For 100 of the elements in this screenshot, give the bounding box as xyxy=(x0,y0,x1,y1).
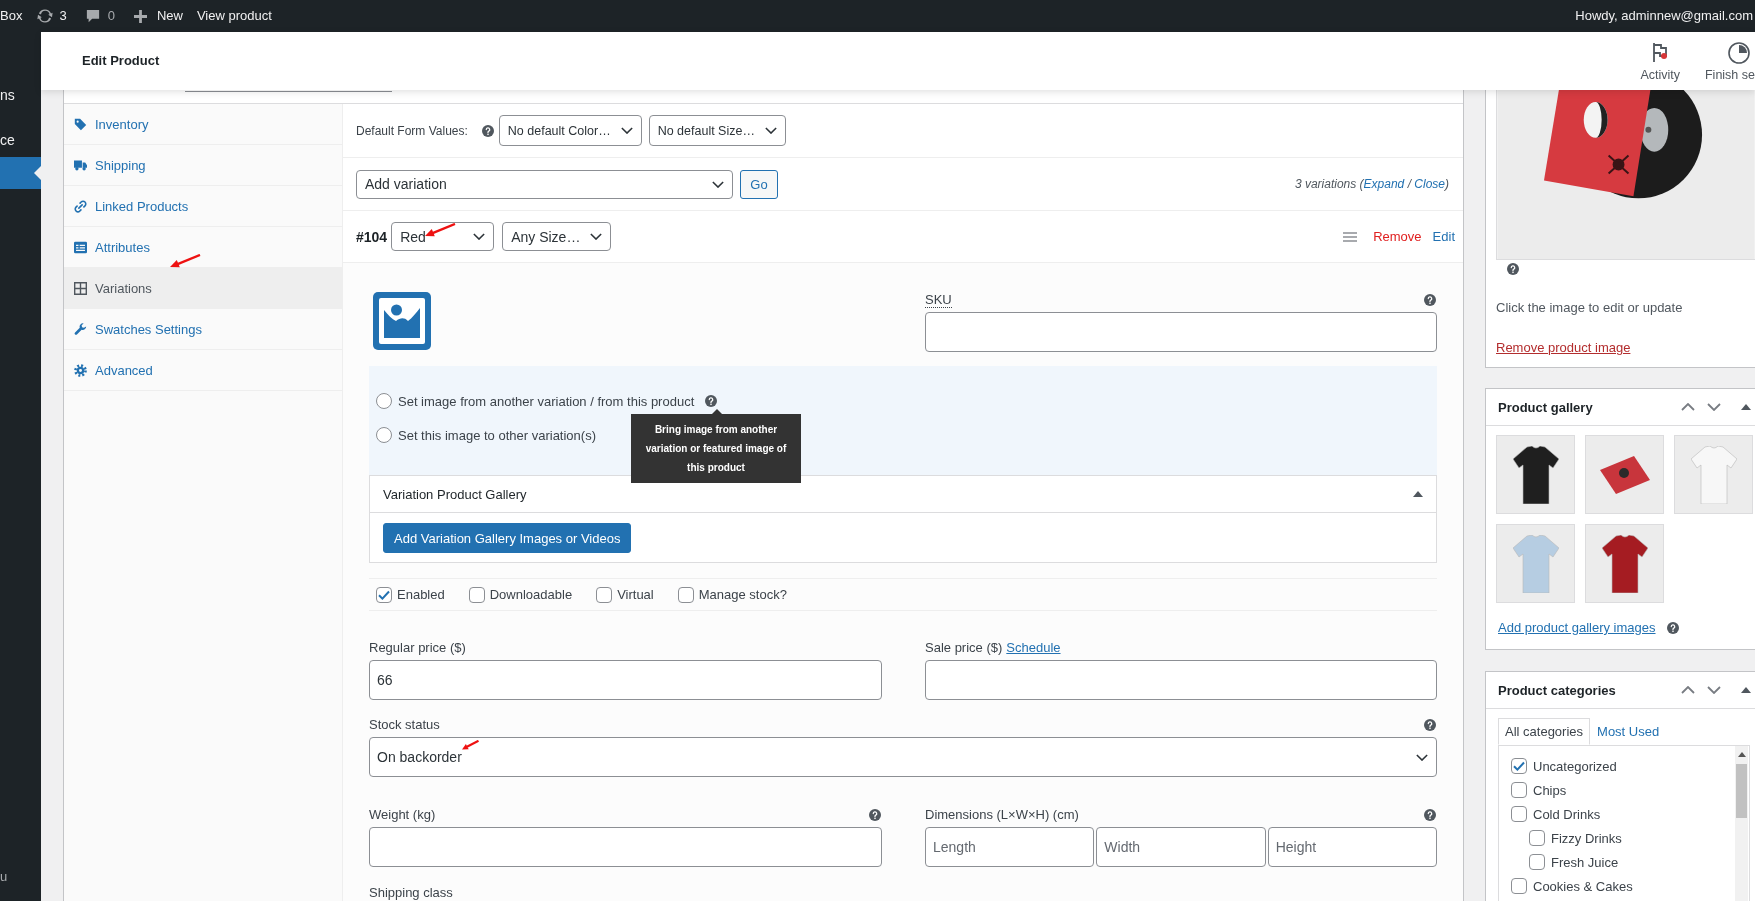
dropdown[interactable]: Add variation xyxy=(356,169,733,199)
menu-link[interactable]: u xyxy=(0,869,41,885)
radio-button[interactable] xyxy=(376,393,392,409)
field-label: Regular price ($) xyxy=(369,640,466,656)
chevron-up-icon[interactable] xyxy=(1681,686,1695,694)
help-icon[interactable] xyxy=(705,395,718,407)
plus-icon xyxy=(133,9,147,23)
dropdown[interactable]: Red xyxy=(391,222,495,251)
tab[interactable]: Advanced xyxy=(64,350,342,391)
caret-up-icon[interactable] xyxy=(1741,687,1751,693)
radio-button[interactable] xyxy=(376,427,392,443)
chevron-down-icon[interactable] xyxy=(1707,686,1721,694)
radio-label: Set this image to other variation(s) xyxy=(398,427,596,443)
scrollbar[interactable] xyxy=(1735,746,1748,901)
checkbox[interactable] xyxy=(468,586,485,603)
menu-item[interactable]: ns xyxy=(0,78,41,112)
checkbox-label: Manage stock? xyxy=(698,587,787,602)
site-name-link[interactable]: Box xyxy=(0,7,23,25)
text-input[interactable] xyxy=(925,312,1437,352)
dimension-input[interactable]: Length xyxy=(925,827,1095,867)
add-gallery-button[interactable]: Add Variation Gallery Images or Videos xyxy=(383,523,632,553)
caret-up-icon[interactable] xyxy=(1741,404,1751,410)
checkbox[interactable] xyxy=(1529,830,1545,846)
remove-image-link[interactable]: Remove product image xyxy=(1496,339,1631,357)
field-label: Stock status xyxy=(369,717,440,733)
checkbox[interactable] xyxy=(1511,782,1527,798)
tooltip: Bring image from another variation or featured image of this product xyxy=(631,409,801,483)
section-title: Variation Product Gallery xyxy=(383,486,527,502)
checkbox[interactable] xyxy=(1529,854,1545,870)
new-link[interactable]: New xyxy=(133,7,183,25)
remove-link[interactable]: Remove xyxy=(1373,229,1422,244)
text-input[interactable] xyxy=(925,660,1437,700)
toggle-link[interactable]: Expand xyxy=(1363,177,1405,191)
setup-button[interactable]: Finish se xyxy=(1704,42,1755,90)
dimension-input[interactable]: Width xyxy=(1096,827,1266,867)
refresh-icon xyxy=(37,8,54,24)
updates-link[interactable]: 3 xyxy=(37,7,67,25)
variation-count: 3 variations (Expand / Close) xyxy=(1294,177,1449,191)
checkbox[interactable] xyxy=(677,586,694,603)
dropdown[interactable]: Any Size… xyxy=(502,222,612,251)
dropdown[interactable]: On backorder xyxy=(369,737,1437,777)
text-input[interactable] xyxy=(369,827,882,867)
field-label: Dimensions (L×W×H) (cm) xyxy=(925,807,1079,823)
scrollbar-thumb[interactable] xyxy=(1736,764,1747,818)
comments-link[interactable]: 0 xyxy=(85,7,115,25)
menu-item[interactable] xyxy=(0,157,41,189)
caret-up-icon[interactable] xyxy=(1413,491,1423,497)
tab[interactable]: Most Used xyxy=(1590,718,1667,745)
tab[interactable]: All categories xyxy=(1498,718,1591,745)
help-icon[interactable] xyxy=(1424,719,1436,731)
checkbox[interactable] xyxy=(1511,806,1527,822)
field-label: Weight (kg) xyxy=(369,807,436,823)
image-placeholder-icon[interactable] xyxy=(373,292,431,350)
gallery-thumbnail[interactable] xyxy=(1496,524,1575,603)
tab[interactable]: Variations xyxy=(64,268,342,309)
checkbox[interactable] xyxy=(376,586,392,603)
account-link[interactable]: Howdy, adminnew@gmail.com xyxy=(1575,7,1753,25)
drag-handle-icon[interactable] xyxy=(1343,231,1358,242)
go-button[interactable]: Go xyxy=(740,169,778,199)
checkbox-label: Virtual xyxy=(617,587,654,602)
vinyl-record-drawing[interactable] xyxy=(1496,90,1755,260)
gallery-thumbnail[interactable] xyxy=(1674,435,1753,514)
checkbox-label: Enabled xyxy=(397,587,445,602)
scroll-up-icon[interactable] xyxy=(1737,752,1746,757)
menu-item[interactable]: ce xyxy=(0,123,41,157)
dimension-input[interactable]: Height xyxy=(1267,827,1437,867)
schedule-link[interactable]: Schedule xyxy=(1006,640,1061,655)
help-icon[interactable] xyxy=(481,124,494,137)
chevron-down-icon[interactable] xyxy=(1707,403,1721,411)
checkbox[interactable] xyxy=(1511,878,1527,894)
tab[interactable]: Inventory xyxy=(64,104,342,145)
grid-icon xyxy=(74,281,87,295)
checkbox[interactable] xyxy=(596,586,613,603)
help-icon[interactable] xyxy=(1424,809,1436,821)
checkbox[interactable] xyxy=(1511,758,1527,774)
gallery-thumbnail[interactable] xyxy=(1496,435,1575,514)
toggle-link[interactable]: Close xyxy=(1414,177,1445,191)
category-label: Fresh Juice xyxy=(1551,854,1619,870)
gallery-thumbnail[interactable] xyxy=(1585,524,1664,603)
dropdown[interactable]: No default Color… xyxy=(498,115,642,146)
activity-button[interactable]: Activity xyxy=(1640,43,1680,90)
category-label: Chips xyxy=(1533,782,1567,798)
help-icon[interactable] xyxy=(1666,622,1679,634)
edit-link[interactable]: Edit xyxy=(1432,229,1455,244)
list-icon xyxy=(74,240,87,254)
tab[interactable]: Swatches Settings xyxy=(64,309,342,350)
panel-title: Product gallery xyxy=(1498,399,1593,415)
flag-icon xyxy=(1652,43,1669,62)
dropdown[interactable]: No default Size… xyxy=(648,115,786,146)
view-product-link[interactable]: View product xyxy=(196,7,272,25)
help-icon[interactable] xyxy=(869,809,881,821)
gallery-thumbnail[interactable] xyxy=(1585,435,1664,514)
tab[interactable]: Linked Products xyxy=(64,186,342,227)
text-input[interactable]: 66 xyxy=(369,660,882,700)
gear-icon xyxy=(74,363,87,377)
chevron-up-icon[interactable] xyxy=(1681,403,1695,411)
help-icon[interactable] xyxy=(1507,263,1519,275)
tab[interactable]: Shipping xyxy=(64,145,342,186)
add-gallery-link[interactable]: Add product gallery images xyxy=(1498,619,1656,637)
help-icon[interactable] xyxy=(1424,294,1436,306)
